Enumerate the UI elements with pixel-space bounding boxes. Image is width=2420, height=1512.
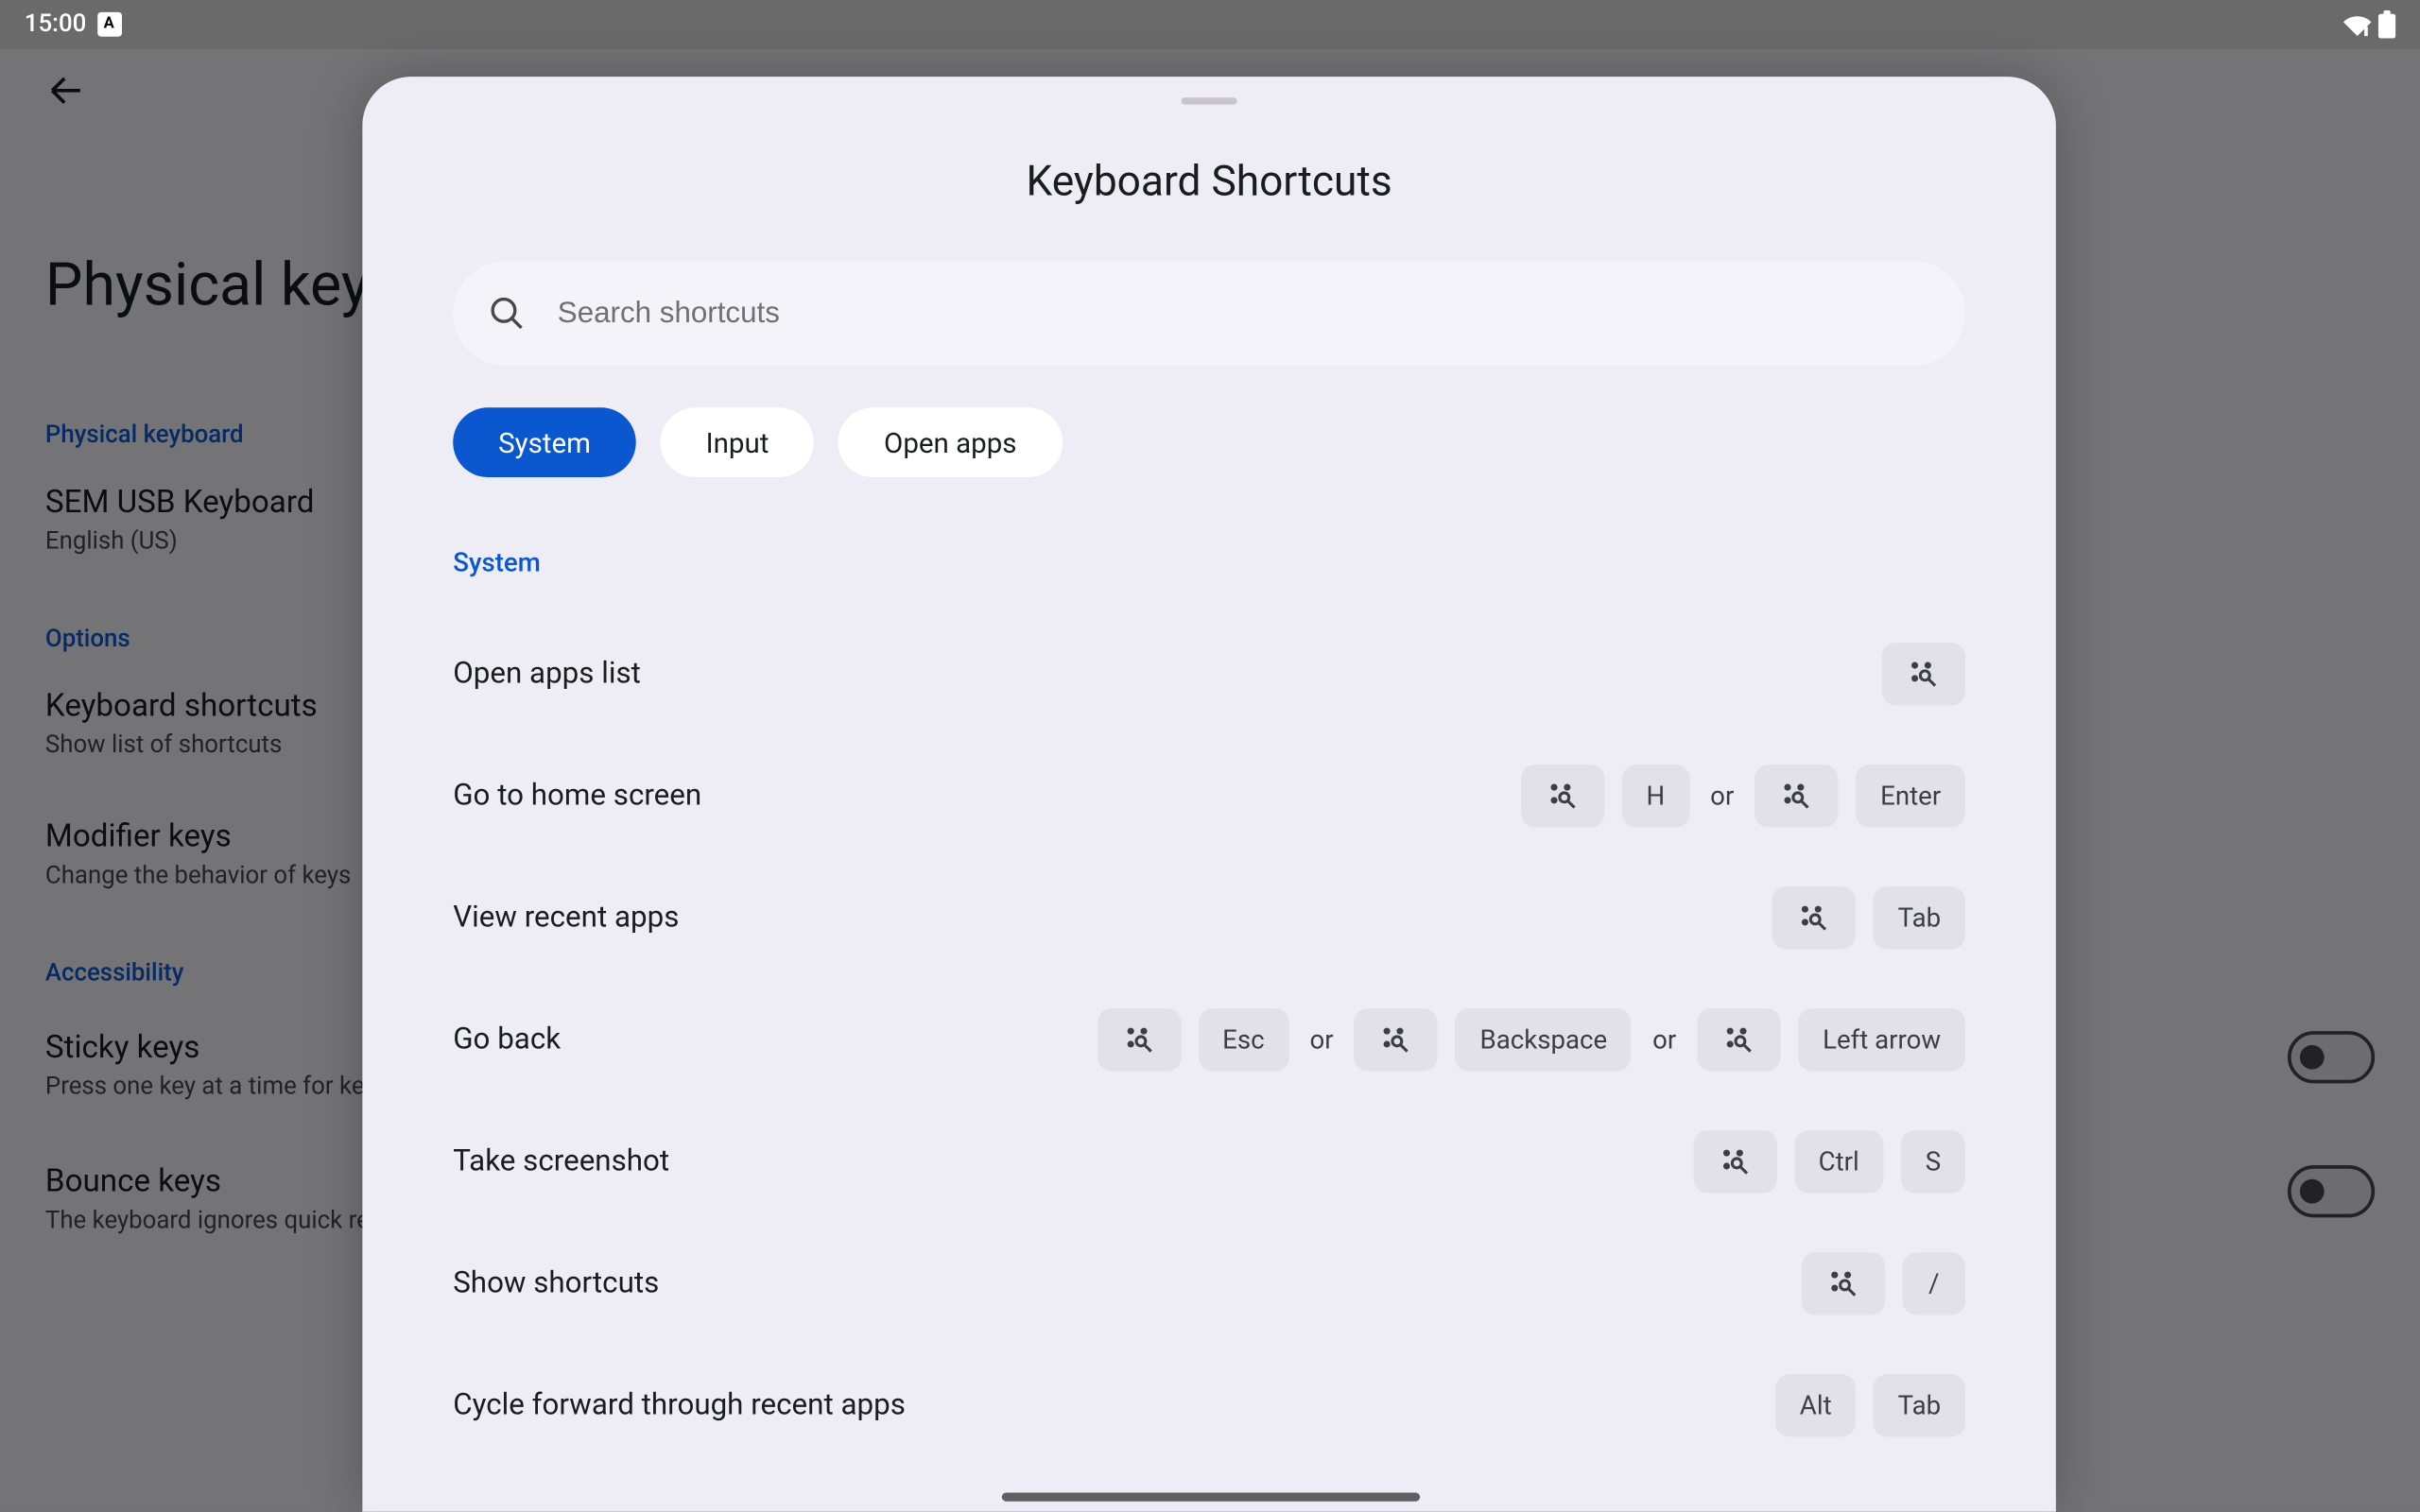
battery-icon	[2378, 10, 2395, 38]
shortcut-row-show-shortcuts: Show shortcuts /	[453, 1223, 1965, 1345]
shortcut-row-screenshot: Take screenshot Ctrl S	[453, 1101, 1965, 1223]
navigation-pill[interactable]	[1001, 1493, 1419, 1502]
or-separator: or	[1706, 781, 1737, 812]
meta-key-icon	[1693, 1130, 1776, 1193]
shortcut-row-cycle-forward: Cycle forward through recent apps Alt Ta…	[453, 1345, 1965, 1467]
meta-key-icon	[1802, 1252, 1885, 1314]
keyboard-shortcuts-sheet: Keyboard Shortcuts System Input Open app…	[362, 77, 2055, 1512]
key-left-arrow: Left arrow	[1798, 1008, 1965, 1071]
meta-key-icon	[1697, 1008, 1780, 1071]
sheet-title: Keyboard Shortcuts	[362, 157, 2055, 206]
shortcut-label: Go back	[453, 1022, 1097, 1057]
chip-open-apps[interactable]: Open apps	[838, 407, 1062, 477]
meta-key-icon	[1521, 765, 1604, 827]
shortcut-row-recent: View recent apps Tab	[453, 857, 1965, 979]
meta-key-icon	[1882, 643, 1965, 705]
meta-key-icon	[1754, 765, 1838, 827]
search-icon	[488, 294, 527, 333]
shortcut-row-back: Go back Esc or Backspace or Left arrow	[453, 979, 1965, 1101]
search-field[interactable]	[453, 261, 1965, 366]
meta-key-icon	[1355, 1008, 1438, 1071]
shortcut-label: View recent apps	[453, 901, 1772, 936]
back-icon[interactable]	[45, 70, 87, 112]
sticky-keys-toggle[interactable]	[2288, 1030, 2375, 1082]
or-separator: or	[1649, 1024, 1680, 1056]
key-s: S	[1901, 1130, 1965, 1193]
key-slash: /	[1903, 1252, 1965, 1314]
meta-key-icon	[1097, 1008, 1180, 1071]
key-backspace: Backspace	[1456, 1008, 1632, 1071]
shortcut-label: Take screenshot	[453, 1144, 1693, 1179]
shortcut-label: Open apps list	[453, 657, 1881, 692]
meta-key-icon	[1772, 886, 1856, 949]
key-esc: Esc	[1198, 1008, 1288, 1071]
shortcut-row-open-apps-list: Open apps list	[453, 613, 1965, 735]
status-bar: 15:00 A	[0, 0, 2420, 49]
key-tab: Tab	[1874, 1374, 1965, 1436]
shortcut-label: Show shortcuts	[453, 1266, 1802, 1301]
key-alt: Alt	[1775, 1374, 1856, 1436]
search-input[interactable]	[558, 296, 1930, 331]
shortcut-section-title: System	[453, 547, 1965, 578]
sheet-drag-handle[interactable]	[1182, 97, 1237, 104]
or-separator: or	[1306, 1024, 1338, 1056]
status-time: 15:00	[25, 10, 86, 38]
shortcut-label: Cycle forward through recent apps	[453, 1388, 1775, 1423]
auto-rotate-icon: A	[96, 12, 121, 37]
key-enter: Enter	[1856, 765, 1965, 827]
category-chips: System Input Open apps	[453, 407, 1965, 477]
key-tab: Tab	[1874, 886, 1965, 949]
bounce-keys-toggle[interactable]	[2288, 1164, 2375, 1216]
chip-input[interactable]: Input	[661, 407, 815, 477]
shortcut-row-home: Go to home screen H or Enter	[453, 735, 1965, 857]
shortcut-label: Go to home screen	[453, 779, 1521, 814]
key-h: H	[1622, 765, 1689, 827]
chip-system[interactable]: System	[453, 407, 636, 477]
key-ctrl: Ctrl	[1794, 1130, 1884, 1193]
wifi-icon	[2343, 12, 2371, 37]
shortcut-list: Open apps list Go to home screen H or En…	[453, 613, 1965, 1467]
